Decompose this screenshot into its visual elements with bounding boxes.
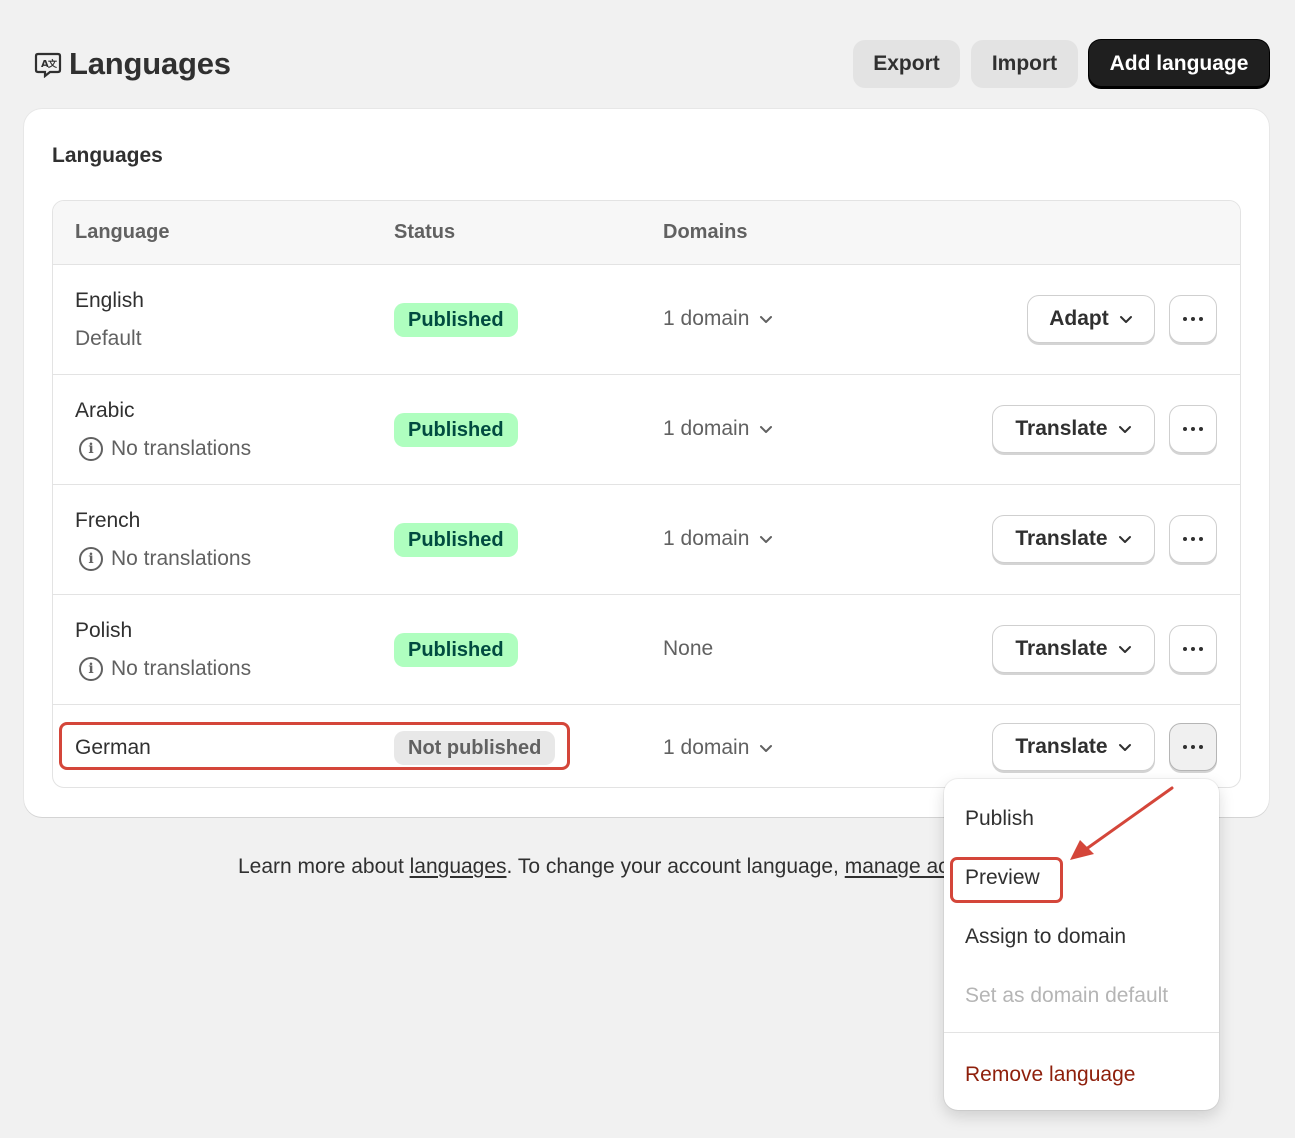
domain-label: 1 domain (663, 307, 750, 330)
page-header: A 文 Languages Export Import Add language (33, 40, 1269, 88)
status-badge: Published (394, 303, 518, 337)
domain-label: 1 domain (663, 417, 750, 440)
manage-account-link[interactable]: manage account (845, 855, 948, 878)
chevron-down-icon (760, 745, 773, 752)
languages-table: Language Status Domains English Default … (52, 200, 1241, 788)
menu-item-set-default: Set as domain default (965, 984, 1169, 1007)
languages-link[interactable]: languages (410, 855, 507, 878)
domain-dropdown[interactable]: 1 domain (663, 417, 773, 441)
chevron-down-icon (1118, 646, 1131, 653)
language-name: Polish (75, 619, 133, 642)
domain-label: None (663, 637, 713, 661)
language-subtext-label: No translations (111, 657, 252, 680)
chevron-down-icon (760, 316, 773, 323)
annotation-highlight-preview (950, 857, 1063, 903)
language-subtext: i No translations (75, 437, 251, 461)
add-language-button[interactable]: Add language (1089, 40, 1269, 88)
domain-dropdown[interactable]: 1 domain (663, 736, 773, 760)
more-icon (1183, 427, 1203, 431)
more-icon (1183, 537, 1203, 541)
domain-dropdown[interactable]: 1 domain (663, 307, 773, 331)
page-title: Languages (69, 46, 231, 81)
language-subtext: i No translations (75, 657, 251, 681)
more-icon (1183, 745, 1203, 749)
translate-button[interactable]: Translate (992, 405, 1155, 453)
domain-label: 1 domain (663, 527, 750, 550)
language-subtext: Default (75, 327, 142, 351)
language-subtext-label: No translations (111, 547, 252, 570)
footer-middle: . To change your account language, (506, 855, 845, 878)
language-subtext-label: Default (75, 327, 142, 350)
table-header: Language Status Domains (53, 201, 1240, 265)
more-actions-button[interactable] (1169, 515, 1217, 563)
chevron-down-icon (1118, 426, 1131, 433)
language-subtext: i No translations (75, 547, 251, 571)
chevron-down-icon (1119, 316, 1132, 323)
adapt-button[interactable]: Adapt (1027, 295, 1155, 343)
table-row: Arabic i No translations Published 1 dom… (53, 375, 1240, 485)
domain-label-text: None (663, 637, 714, 660)
menu-item-remove-language[interactable]: Remove language (965, 1063, 1135, 1087)
chevron-down-icon (760, 536, 773, 543)
more-icon (1183, 647, 1203, 651)
translate-button-label: Translate (1015, 417, 1108, 440)
table-row: French i No translations Published 1 dom… (53, 485, 1240, 595)
annotation-highlight-german (59, 722, 570, 770)
chevron-down-icon (760, 426, 773, 433)
more-actions-button[interactable] (1169, 625, 1217, 673)
title-wrap: A 文 Languages (33, 46, 231, 82)
info-icon: i (79, 657, 103, 681)
chevron-down-icon (1118, 536, 1131, 543)
translate-button-label: Translate (1015, 735, 1108, 758)
info-icon: i (79, 437, 103, 461)
svg-text:文: 文 (47, 58, 58, 70)
languages-card: Languages Language Status Domains Englis… (24, 109, 1269, 817)
language-name: English (75, 289, 144, 312)
status-badge: Published (394, 633, 518, 667)
language-name: Arabic (75, 399, 135, 422)
translate-button[interactable]: Translate (992, 723, 1155, 771)
language-name: French (75, 509, 141, 532)
card-title: Languages (52, 144, 163, 167)
status-badge: Published (394, 523, 518, 557)
translate-button-label: Translate (1015, 637, 1108, 660)
info-icon: i (79, 547, 103, 571)
import-button[interactable]: Import (971, 40, 1078, 88)
chevron-down-icon (1118, 744, 1131, 751)
footer-prefix: Learn more about (238, 855, 410, 878)
table-row: Polish i No translations Published None … (53, 595, 1240, 705)
adapt-button-label: Adapt (1049, 307, 1109, 330)
menu-item-publish[interactable]: Publish (965, 807, 1034, 831)
domain-label: 1 domain (663, 736, 750, 759)
translate-button[interactable]: Translate (992, 625, 1155, 673)
more-actions-button[interactable] (1169, 723, 1217, 771)
language-subtext-label: No translations (111, 437, 252, 460)
table-row: English Default Published 1 domain Adapt (53, 265, 1240, 375)
annotation-arrow-icon (1070, 786, 1174, 860)
translate-icon: A 文 (33, 49, 63, 79)
translate-button-label: Translate (1015, 527, 1108, 550)
menu-divider (944, 1032, 1219, 1033)
menu-item-assign-domain[interactable]: Assign to domain (965, 925, 1126, 949)
column-language: Language (75, 221, 170, 243)
more-icon (1183, 317, 1203, 321)
status-badge: Published (394, 413, 518, 447)
translate-button[interactable]: Translate (992, 515, 1155, 563)
column-status: Status (394, 221, 456, 243)
more-actions-button[interactable] (1169, 405, 1217, 453)
header-actions: Export Import Add language (853, 40, 1269, 88)
footer-note: Learn more about languages. To change yo… (238, 855, 948, 879)
export-button[interactable]: Export (853, 40, 960, 88)
column-domains: Domains (663, 221, 748, 243)
more-actions-button[interactable] (1169, 295, 1217, 343)
domain-dropdown[interactable]: 1 domain (663, 527, 773, 551)
